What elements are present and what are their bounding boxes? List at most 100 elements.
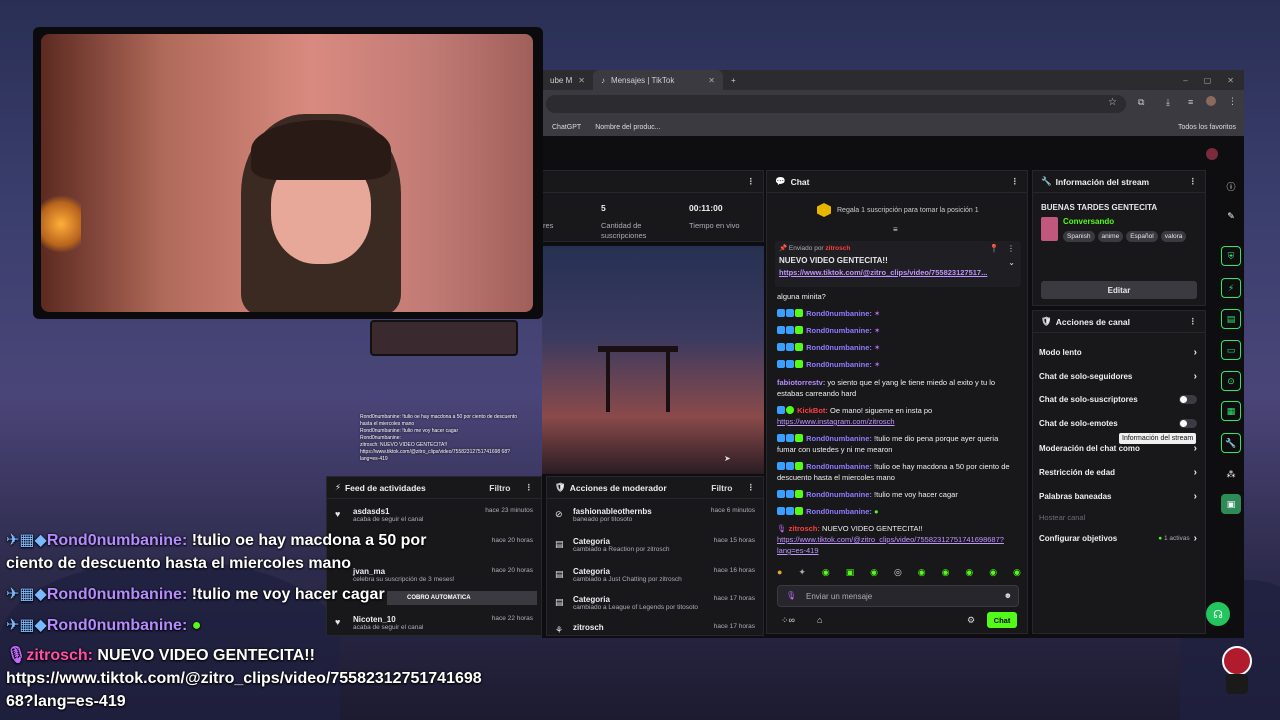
heart-icon: ♥ [335,617,341,627]
chat-message: 🎙 zitrosch: NUEVO VIDEO GENTECITA!! https… [777,523,1017,556]
emote-icon[interactable]: ▣ [846,567,855,578]
close-icon[interactable]: ✕ [578,76,585,85]
shield-icon[interactable]: ⛨ [1221,246,1241,266]
settings-icon[interactable]: ⚙ [967,615,975,626]
more-options-icon[interactable]: ⋮ [525,482,534,493]
emote-icon[interactable]: ◉ [870,567,878,578]
ban-icon: ⊘ [555,509,563,519]
send-chat-button[interactable]: Chat [987,612,1017,628]
banned-words-row[interactable]: Palabras baneadas › [1039,491,1197,502]
chevron-down-icon[interactable]: ⌄ [1008,258,1015,267]
message-link[interactable]: https://www.instagram.com/zitrosch [777,417,895,426]
more-options-icon[interactable]: ⋮ [1011,176,1020,187]
emote-icon[interactable]: ✦ [798,567,806,578]
info-icon[interactable]: ⓘ [1221,176,1241,196]
chat-moderation-row[interactable]: Moderación del chat como › [1039,443,1197,454]
calendar-icon[interactable]: ▦ [1221,401,1241,421]
subs-only-toggle[interactable] [1179,395,1197,404]
gift-prompt: Regala 1 suscripción para tomar la posic… [837,206,979,214]
gift-sub-banner[interactable]: Regala 1 suscripción para tomar la posic… [817,203,979,217]
tag[interactable]: Español [1126,231,1158,242]
clipboard-icon[interactable]: ▤ [1221,309,1241,329]
more-options-icon[interactable]: ⋮ [747,176,756,187]
media-icon[interactable]: ≡ [1188,97,1193,107]
emote-icon[interactable]: ◉ [989,567,997,578]
new-tab-button[interactable]: + [723,70,744,90]
users-icon[interactable]: ⁘∞ [781,615,795,626]
emotes-only-toggle[interactable] [1179,419,1197,428]
chat-username[interactable]: Rond0numbanine: [806,507,872,516]
chat-username[interactable]: Rond0numbanine: [806,326,872,335]
minimize-icon[interactable]: – [1183,76,1187,85]
emote-icon[interactable]: ◉ [942,567,950,578]
stream-preview[interactable]: ➤ [542,246,764,474]
menu-icon[interactable]: ⋮ [1228,96,1237,107]
more-options-icon[interactable]: ⋮ [1189,316,1198,327]
emote-icon[interactable]: ● [777,567,782,578]
chat-username[interactable]: Rond0numbanine: [806,343,872,352]
profile-avatar[interactable] [1206,96,1216,106]
message-link[interactable]: https://www.tiktok.com/@zitro_clips/vide… [777,535,1004,555]
chevron-down-icon[interactable]: ≡ [893,225,898,234]
maximize-icon[interactable]: ▢ [1204,76,1212,85]
tab-tiktok[interactable]: ♪ Mensajes | TikTok ✕ [592,70,723,90]
tag[interactable]: Spanish [1063,231,1095,242]
filter-button[interactable]: Filtro [489,483,510,493]
edit-button[interactable]: Editar [1041,281,1197,299]
download-icon[interactable]: ⤓ [1166,97,1170,108]
store-icon[interactable]: ⌂ [817,615,822,625]
followers-only-row[interactable]: Chat de solo-seguidores › [1039,371,1197,382]
torii-post [606,352,610,412]
app-icon[interactable]: ▣ [1221,494,1241,514]
emote-icon[interactable]: ◉ [1013,567,1021,578]
chat-username[interactable]: KickBot: [797,406,828,415]
bolt-icon[interactable]: ⚡ [1221,278,1241,298]
activity-feed-header: ⚡ Feed de actividades Filtro ⋮ [327,477,541,499]
wrench-icon[interactable]: 🔧 [1221,433,1241,453]
chat-bubble-icon[interactable]: ▭ [1221,340,1241,360]
pinned-link[interactable]: https://www.tiktok.com/@zitro_clips/vide… [779,268,987,277]
extensions-icon[interactable]: ⧉ [1138,97,1144,108]
pinned-message: 📌 Enviado por zitrosch NUEVO VIDEO GENTE… [775,241,1021,287]
overlay-username: Rond0numbanine: [46,532,188,549]
goals-row[interactable]: Configurar objetivos ● 1 activas › [1039,533,1197,544]
age-restriction-row[interactable]: Restricción de edad › [1039,467,1197,478]
pencil-icon[interactable]: ✎ [1221,206,1241,226]
emote-icon[interactable]: ◉ [822,567,830,578]
slow-mode-row[interactable]: Modo lento › [1039,347,1197,358]
close-window-icon[interactable]: ✕ [1227,76,1234,85]
bookmark-product[interactable]: Nombre del produc... [595,124,660,131]
chat-username[interactable]: Rond0numbanine: [806,309,872,318]
more-options-icon[interactable]: ⋮ [747,482,756,493]
row-label: Chat de solo-emotes [1039,419,1118,428]
share-icon[interactable]: ⁂ [1221,464,1241,484]
all-bookmarks[interactable]: Todos los favoritos [1178,124,1236,131]
more-options-icon[interactable]: ⋮ [1007,244,1015,253]
mod-item-sub: cambiado a Just Chatting por zitrosch [573,576,682,583]
chat-username[interactable]: Rond0numbanine: [806,490,872,499]
tab-youtube[interactable]: ube M ✕ [542,70,593,90]
emote-icon[interactable]: ◉ [918,567,926,578]
chat-username[interactable]: Rond0numbanine: [806,462,872,471]
chat-input[interactable]: 🎙 Enviar un mensaje ☻ [777,585,1019,607]
chat-username[interactable]: Rond0numbanine: [806,434,872,443]
star-icon[interactable]: ☆ [1108,97,1117,108]
chat-username[interactable]: fabiotorrestv: [777,378,825,387]
goals-count-text: 1 activas [1164,535,1190,542]
emoji-icon[interactable]: ☻ [1004,591,1012,600]
stream-category[interactable]: Conversando [1063,217,1114,226]
url-field[interactable] [546,95,1126,113]
more-options-icon[interactable]: ⋮ [1189,176,1198,187]
tag[interactable]: valora [1160,231,1187,242]
bookmark-chatgpt[interactable]: ChatGPT [552,124,581,131]
filter-button[interactable]: Filtro [711,483,732,493]
emote-icon[interactable]: ◉ [965,567,973,578]
user-avatar[interactable] [1206,148,1218,160]
chat-username[interactable]: zitrosch: [789,524,820,533]
tag[interactable]: anime [1097,231,1124,242]
emote-icon[interactable]: ◎ [894,567,902,578]
close-icon[interactable]: ✕ [708,76,715,85]
chat-username[interactable]: Rond0numbanine: [806,360,872,369]
broadcast-icon[interactable]: ⊙ [1221,371,1241,391]
unpin-icon[interactable]: 📍 [989,244,999,253]
